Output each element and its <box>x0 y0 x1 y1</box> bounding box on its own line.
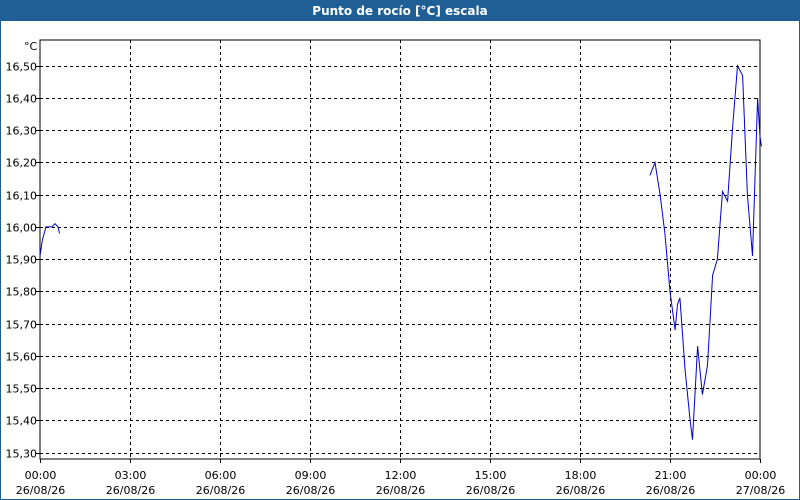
x-tick-label-date: 26/08/26 <box>196 484 245 497</box>
x-tick-label-time: 06:00 <box>205 469 237 482</box>
x-tick-label-time: 12:00 <box>385 469 417 482</box>
x-tick-label-date: 26/08/26 <box>466 484 515 497</box>
y-tick-label: 16,30 <box>6 125 38 138</box>
x-tick-label-date: 26/08/26 <box>16 484 65 497</box>
y-tick-label: 15,60 <box>6 351 38 364</box>
y-tick-label: 16,40 <box>6 93 38 106</box>
y-tick-label: 15,40 <box>6 415 38 428</box>
y-tick-label: 16,20 <box>6 157 38 170</box>
x-tick-label-date: 26/08/26 <box>376 484 425 497</box>
x-tick-label-date: 26/08/26 <box>106 484 155 497</box>
y-tick-label: 15,70 <box>6 319 38 332</box>
x-tick-label-time: 15:00 <box>475 469 507 482</box>
x-tick-label-date: 27/08/26 <box>736 484 785 497</box>
x-tick-label-date: 26/08/26 <box>556 484 605 497</box>
y-tick-label: 16,50 <box>6 61 38 74</box>
x-tick-label-time: 03:00 <box>115 469 147 482</box>
x-tick-label-date: 26/08/26 <box>646 484 695 497</box>
x-tick-label-time: 09:00 <box>295 469 327 482</box>
x-tick-label-time: 00:00 <box>25 469 57 482</box>
y-tick-label: 15,80 <box>6 286 38 299</box>
x-tick-label-time: 00:00 <box>745 469 777 482</box>
y-tick-label: 15,50 <box>6 383 38 396</box>
y-tick-label: 15,30 <box>6 448 38 461</box>
x-tick-label-date: 26/08/26 <box>286 484 335 497</box>
y-tick-label: 16,10 <box>6 190 38 203</box>
dew-point-chart: 15,30 15,40 15,50 15,60 15,70 15,80 15,90 16,00… <box>6 39 785 497</box>
y-tick-label: 15,90 <box>6 254 38 267</box>
x-tick-label-time: 18:00 <box>565 469 597 482</box>
y-tick-label: 16,00 <box>6 222 38 235</box>
y-axis-unit: °C <box>24 40 38 53</box>
x-tick-label-time: 21:00 <box>655 469 687 482</box>
